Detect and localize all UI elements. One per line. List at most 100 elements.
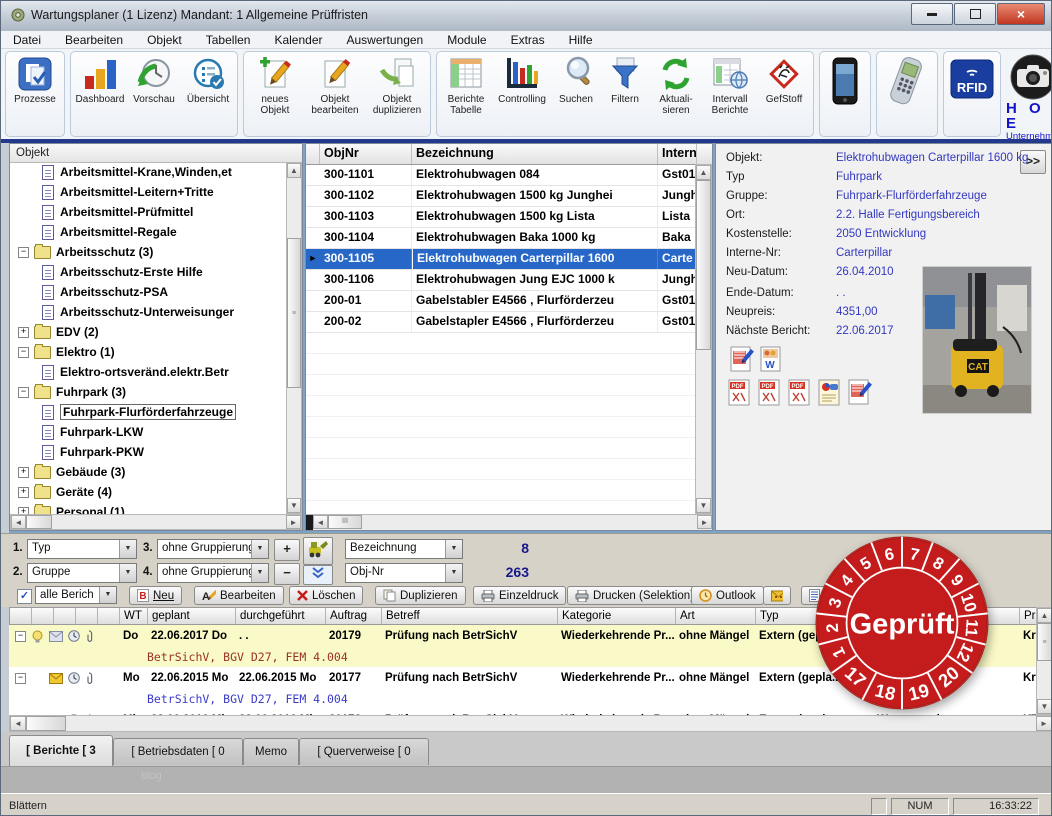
tree-column-header[interactable]: Objekt <box>10 144 302 163</box>
col-kategorie[interactable]: Kategorie <box>558 608 676 624</box>
grouping-dropdown-2[interactable]: Gruppe ▼ <box>27 563 137 583</box>
chevron-down-icon[interactable]: ▼ <box>119 540 136 558</box>
menu-tabellen[interactable]: Tabellen <box>206 33 251 47</box>
maximize-button[interactable] <box>954 3 996 25</box>
new-report-button[interactable]: B Neu <box>129 586 183 605</box>
collapse-box[interactable]: − <box>18 346 29 358</box>
col-betreff[interactable]: Betreff <box>382 608 558 624</box>
minimize-button[interactable] <box>911 3 953 25</box>
menu-datei[interactable]: Datei <box>13 33 41 47</box>
object-table-vertical-scrollbar[interactable]: ▲ ▼ <box>695 164 712 514</box>
chevron-down-icon[interactable]: ▼ <box>445 564 462 582</box>
pdf-edit-icon[interactable] <box>848 379 872 406</box>
menu-bearbeiten[interactable]: Bearbeiten <box>65 33 123 47</box>
collapse-box[interactable]: − <box>18 246 29 258</box>
tree-item[interactable]: Elektro-ortsveränd.elektr.Betr <box>10 362 286 382</box>
col-pr[interactable]: Pr <box>1020 608 1036 624</box>
collapse-box[interactable]: − <box>15 630 26 642</box>
tab-querverweise[interactable]: [ Querverweise [ 0 <box>299 738 429 765</box>
tree-folder[interactable]: + EDV (2) <box>10 322 286 342</box>
duplicate-report-button[interactable]: Duplizieren <box>375 586 466 605</box>
toolbar-mobile-button[interactable] <box>879 54 935 108</box>
grouping-dropdown-3[interactable]: ohne Gruppierung ▼ <box>157 539 269 559</box>
col-auftrag[interactable]: Auftrag <box>326 608 382 624</box>
toolbar-berichte-tabelle-button[interactable]: Berichte Tabelle <box>439 54 493 116</box>
menu-extras[interactable]: Extras <box>511 33 545 47</box>
menu-kalender[interactable]: Kalender <box>274 33 322 47</box>
tree-folder[interactable]: + Gebäude (3) <box>10 462 286 482</box>
chevron-down-icon[interactable]: ▼ <box>251 540 268 558</box>
tree-folder[interactable]: − Elektro (1) <box>10 342 286 362</box>
pdf-icon[interactable]: PDF <box>788 379 812 406</box>
toolbar-neues-objekt-button[interactable]: neues Objekt <box>246 54 304 116</box>
toolbar-objekt-duplizieren-button[interactable]: Objekt duplizieren <box>366 54 428 116</box>
tree-item-selected[interactable]: Fuhrpark-Flurförderfahrzeuge <box>10 402 286 422</box>
col-wt[interactable]: WT <box>120 608 148 624</box>
col-art[interactable]: Art <box>676 608 756 624</box>
menu-objekt[interactable]: Objekt <box>147 33 182 47</box>
object-row[interactable]: 300-1103 Elektrohubwagen 1500 kg Lista Lis… <box>306 207 712 228</box>
grouping-dropdown-1[interactable]: Typ ▼ <box>27 539 137 559</box>
menu-module[interactable]: Module <box>447 33 486 47</box>
expand-all-button[interactable]: + <box>274 539 300 561</box>
chart-doc-icon[interactable] <box>818 379 842 406</box>
col-bezeichnung[interactable]: Bezeichnung <box>412 144 658 164</box>
object-table-horizontal-scrollbar[interactable]: ◄ ⦀⦀ ► <box>306 514 712 530</box>
object-row[interactable]: 200-02 Gabelstapler E4566 , Flurförderzeu… <box>306 312 712 333</box>
col-geplant[interactable]: geplant <box>148 608 236 624</box>
pdf-edit-icon[interactable] <box>730 346 754 373</box>
object-row[interactable]: 300-1104 Elektrohubwagen Baka 1000 kg Baka <box>306 228 712 249</box>
filter-checkbox[interactable]: ✓ <box>17 589 32 604</box>
print-selection-button[interactable]: Drucken (Selektion) <box>567 586 702 605</box>
tree-item[interactable]: Fuhrpark-PKW <box>10 442 286 462</box>
toolbar-uebersicht-button[interactable]: Übersicht <box>181 54 235 105</box>
close-button[interactable]: × <box>997 3 1045 25</box>
toolbar-rfid-button[interactable]: RFID <box>946 54 998 104</box>
chevron-down-icon[interactable]: ▼ <box>119 564 136 582</box>
menu-hilfe[interactable]: Hilfe <box>569 33 593 47</box>
toolbar-smartphone-button[interactable] <box>822 54 868 108</box>
chevron-down-icon[interactable]: ▼ <box>251 564 268 582</box>
tree-item[interactable]: Arbeitsschutz-Unterweisunger <box>10 302 286 322</box>
object-row[interactable]: 300-1106 Elektrohubwagen Jung EJC 1000 kJ… <box>306 270 712 291</box>
object-row[interactable]: 300-1102 Elektrohubwagen 1500 kg Junghei J… <box>306 186 712 207</box>
collapse-box[interactable]: − <box>18 386 29 398</box>
collapse-box[interactable]: − <box>15 672 26 684</box>
pdf-icon[interactable]: PDF <box>728 379 752 406</box>
reports-horizontal-scrollbar[interactable]: ◄ ► <box>9 715 1051 732</box>
tree-item[interactable]: Arbeitsschutz-Erste Hilfe <box>10 262 286 282</box>
object-row[interactable]: 200-01 Gabelstabler E4566 , Flurförderzeu… <box>306 291 712 312</box>
reports-vertical-scrollbar[interactable]: ▲ ≡ ▼ <box>1036 607 1051 715</box>
col-durchgefuehrt[interactable]: durchgeführt <box>236 608 326 624</box>
toolbar-controlling-button[interactable]: Controlling <box>493 54 551 105</box>
tree-item[interactable]: Arbeitsmittel-Leitern+Tritte <box>10 182 286 202</box>
expand-box[interactable]: + <box>18 466 29 478</box>
toolbar-filtern-button[interactable]: Filtern <box>601 54 649 105</box>
report-filter-dropdown[interactable]: alle Berich ▼ <box>35 586 117 604</box>
tree-item[interactable]: Arbeitsmittel-Prüfmittel <box>10 202 286 222</box>
sort-dropdown-1[interactable]: Bezeichnung ▼ <box>345 539 463 559</box>
toolbar-intervall-berichte-button[interactable]: Intervall Berichte <box>703 54 757 116</box>
sort-dropdown-2[interactable]: Obj-Nr ▼ <box>345 563 463 583</box>
chevron-down-icon[interactable]: ▼ <box>445 540 462 558</box>
machine-filter-button[interactable] <box>303 537 333 565</box>
outlook-button[interactable]: Outlook <box>691 586 764 605</box>
tree-item[interactable]: Arbeitsmittel-Krane,Winden,et <box>10 162 286 182</box>
object-row[interactable]: 300-1101 Elektrohubwagen 084 Gst01 <box>306 165 712 186</box>
delete-report-button[interactable]: Löschen <box>289 586 364 605</box>
title-bar[interactable]: Wartungsplaner (1 Lizenz) Mandant: 1 All… <box>1 1 1051 32</box>
expand-box[interactable]: + <box>18 506 29 514</box>
object-table-header[interactable]: ObjNr Bezeichnung Intern <box>306 144 712 165</box>
tree-folder[interactable]: + Geräte (4) <box>10 482 286 502</box>
tree-horizontal-scrollbar[interactable]: ◄ ► <box>10 514 302 530</box>
toolbar-suchen-button[interactable]: Suchen <box>551 54 601 105</box>
tree-item[interactable]: Arbeitsmittel-Regale <box>10 222 286 242</box>
toolbar-aktualisieren-button[interactable]: Aktuali- sieren <box>649 54 703 116</box>
edit-report-button[interactable]: A Bearbeiten <box>194 586 284 605</box>
toolbar-vorschau-button[interactable]: Vorschau <box>127 54 181 105</box>
expand-box[interactable]: + <box>18 326 29 338</box>
toolbar-dashboard-button[interactable]: Dashboard <box>73 54 127 105</box>
mail-button[interactable] <box>763 586 791 605</box>
col-objnr[interactable]: ObjNr <box>320 144 412 164</box>
tree-folder[interactable]: + Personal (1) <box>10 502 286 514</box>
